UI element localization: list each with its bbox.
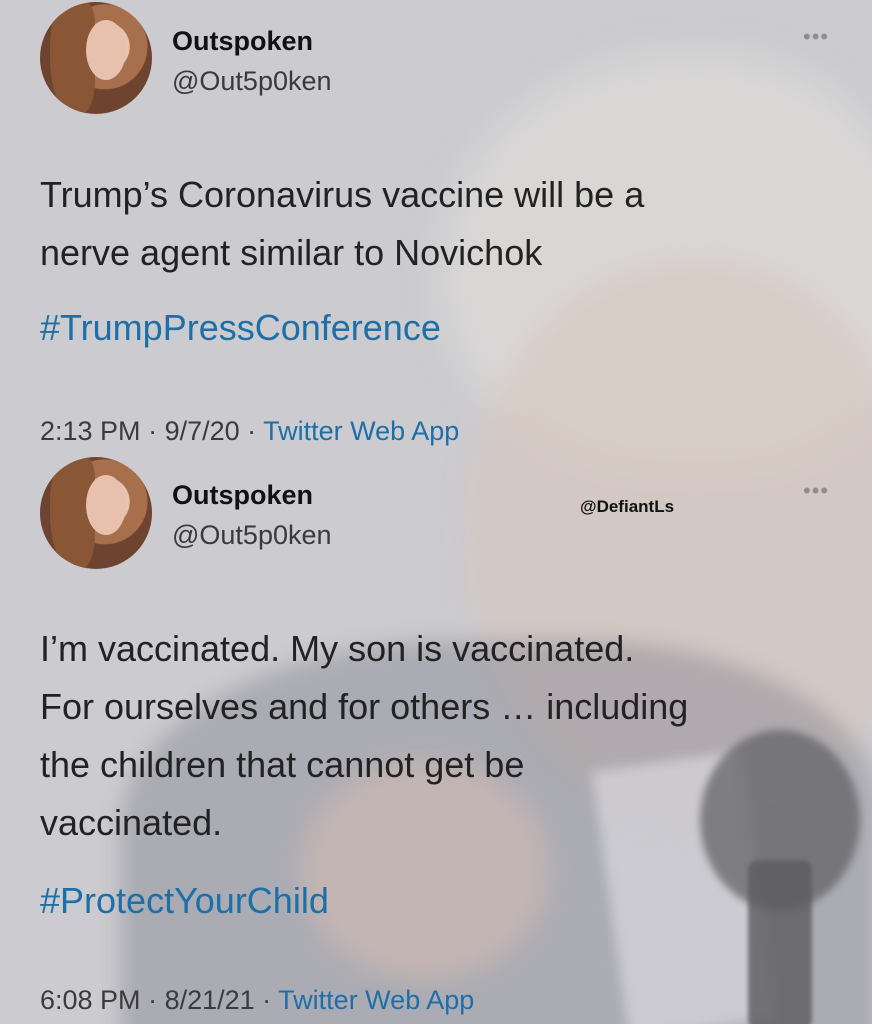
display-name[interactable]: Outspoken bbox=[172, 480, 313, 511]
tweet-text-line: nerve agent similar to Novichok bbox=[40, 232, 543, 273]
tweet-source[interactable]: Twitter Web App bbox=[278, 985, 474, 1015]
separator: · bbox=[239, 416, 264, 446]
tweet-meta: 2:13 PM · 9/7/20 · Twitter Web App bbox=[40, 416, 459, 447]
tweet-date[interactable]: 8/21/21 bbox=[165, 985, 255, 1015]
tweet-text-line: the children that cannot get be bbox=[40, 744, 525, 785]
display-name[interactable]: Outspoken bbox=[172, 26, 313, 57]
more-options-icon[interactable]: ••• bbox=[803, 478, 829, 504]
more-options-icon[interactable]: ••• bbox=[803, 24, 829, 50]
watermark: @DefiantLs bbox=[580, 497, 675, 516]
tweet-text-line: I’m vaccinated. My son is vaccinated. bbox=[40, 628, 635, 669]
tweet-text-line: Trump’s Coronavirus vaccine will be a bbox=[40, 174, 645, 215]
tweet-text: I’m vaccinated. My son is vaccinated. Fo… bbox=[40, 620, 850, 852]
tweet-text-line: For ourselves and for others … including bbox=[40, 686, 689, 727]
handle[interactable]: @Out5p0ken bbox=[172, 66, 332, 97]
tweet-source[interactable]: Twitter Web App bbox=[263, 416, 459, 446]
separator: · bbox=[140, 985, 165, 1015]
handle[interactable]: @Out5p0ken bbox=[172, 520, 332, 551]
avatar[interactable] bbox=[40, 2, 152, 114]
tweet-date[interactable]: 9/7/20 bbox=[165, 416, 240, 446]
tweet-text-line: vaccinated. bbox=[40, 802, 223, 843]
tweet-time[interactable]: 6:08 PM bbox=[40, 985, 141, 1015]
separator: · bbox=[140, 416, 165, 446]
avatar[interactable] bbox=[40, 457, 152, 569]
hashtag-link[interactable]: #TrumpPressConference bbox=[40, 307, 441, 349]
hashtag-link[interactable]: #ProtectYourChild bbox=[40, 880, 329, 922]
separator: · bbox=[254, 985, 279, 1015]
tweet-time[interactable]: 2:13 PM bbox=[40, 416, 141, 446]
tweet-text: Trump’s Coronavirus vaccine will be a ne… bbox=[40, 166, 850, 282]
tweet-meta: 6:08 PM · 8/21/21 · Twitter Web App bbox=[40, 985, 474, 1016]
